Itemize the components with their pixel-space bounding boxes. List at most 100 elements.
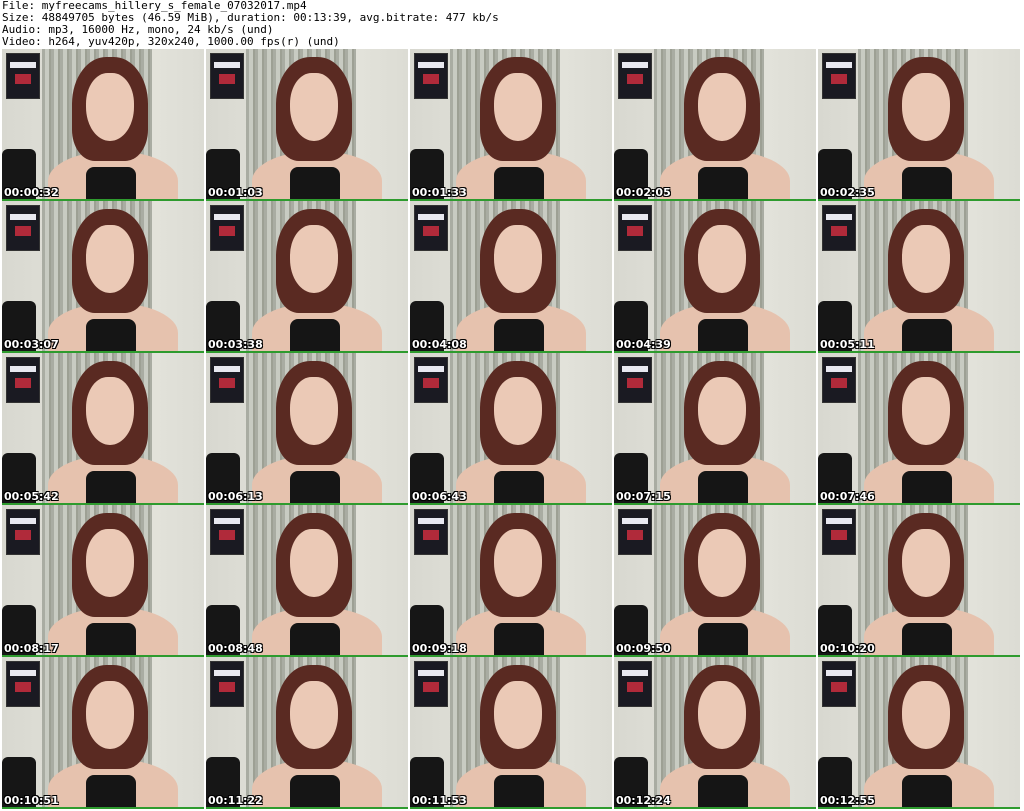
poster-image [414,357,448,403]
thumbnail-timestamp: 00:05:42 [4,490,59,503]
poster-image [414,509,448,555]
poster-image [618,357,652,403]
poster-image [618,53,652,99]
thumbnail-timestamp: 00:08:17 [4,642,59,655]
frame-image [818,201,1020,351]
frame-image [2,201,204,351]
video-thumbnail: 00:03:07 [2,201,204,353]
frame-image [206,505,408,655]
poster-image [414,661,448,707]
frame-image [818,657,1020,807]
thumbnail-timestamp: 00:12:24 [616,794,671,807]
thumbnail-timestamp: 00:04:08 [412,338,467,351]
thumbnail-timestamp: 00:04:39 [616,338,671,351]
video-thumbnail: 00:08:17 [2,505,204,657]
video-thumbnail: 00:04:39 [614,201,816,353]
poster-image [6,509,40,555]
thumbnail-timestamp: 00:02:35 [820,186,875,199]
frame-image [410,201,612,351]
video-thumbnail: 00:08:48 [206,505,408,657]
poster-image [210,53,244,99]
poster-image [6,661,40,707]
frame-image [614,353,816,503]
video-thumbnail: 00:01:03 [206,49,408,201]
poster-image [822,661,856,707]
video-thumbnail: 00:06:13 [206,353,408,505]
frame-image [2,505,204,655]
thumbnail-timestamp: 00:10:20 [820,642,875,655]
poster-image [210,509,244,555]
frame-image [410,49,612,199]
thumbnail-timestamp: 00:00:32 [4,186,59,199]
frame-image [614,657,816,807]
thumbnail-timestamp: 00:03:07 [4,338,59,351]
video-thumbnail: 00:07:15 [614,353,816,505]
video-thumbnail: 00:09:18 [410,505,612,657]
thumbnail-timestamp: 00:05:11 [820,338,875,351]
frame-image [614,201,816,351]
thumbnail-timestamp: 00:10:51 [4,794,59,807]
thumbnail-timestamp: 00:02:05 [616,186,671,199]
video-thumbnail: 00:05:42 [2,353,204,505]
thumbnail-timestamp: 00:07:15 [616,490,671,503]
video-thumbnail: 00:10:20 [818,505,1020,657]
poster-image [210,661,244,707]
poster-image [210,205,244,251]
thumbnail-timestamp: 00:03:38 [208,338,263,351]
thumbnail-timestamp: 00:07:46 [820,490,875,503]
poster-image [414,205,448,251]
video-thumbnail: 00:03:38 [206,201,408,353]
frame-image [206,201,408,351]
frame-image [410,657,612,807]
poster-image [618,509,652,555]
video-thumbnail: 00:01:33 [410,49,612,201]
video-thumbnail: 00:02:35 [818,49,1020,201]
frame-image [818,49,1020,199]
frame-image [818,505,1020,655]
thumbnail-timestamp: 00:01:33 [412,186,467,199]
poster-image [6,205,40,251]
frame-image [206,49,408,199]
poster-image [822,509,856,555]
poster-image [618,661,652,707]
thumbnail-timestamp: 00:09:50 [616,642,671,655]
frame-image [818,353,1020,503]
frame-image [2,657,204,807]
poster-image [618,205,652,251]
frame-image [206,657,408,807]
video-info-line: Video: h264, yuv420p, 320x240, 1000.00 f… [2,35,340,48]
thumbnail-timestamp: 00:06:13 [208,490,263,503]
poster-image [210,357,244,403]
frame-image [206,353,408,503]
thumbnail-timestamp: 00:08:48 [208,642,263,655]
poster-image [6,357,40,403]
video-thumbnail: 00:10:51 [2,657,204,809]
poster-image [822,53,856,99]
video-thumbnail: 00:12:24 [614,657,816,809]
thumbnail-grid: 00:00:32 00:01:03 00:01:33 00:02:05 00:02:35… [0,49,1024,811]
video-thumbnail: 00:11:22 [206,657,408,809]
thumbnail-timestamp: 00:09:18 [412,642,467,655]
frame-image [614,49,816,199]
poster-image [822,357,856,403]
video-thumbnail: 00:05:11 [818,201,1020,353]
frame-image [2,49,204,199]
video-thumbnail: 00:12:55 [818,657,1020,809]
thumbnail-timestamp: 00:11:53 [412,794,467,807]
thumbnail-timestamp: 00:01:03 [208,186,263,199]
video-thumbnail: 00:00:32 [2,49,204,201]
video-thumbnail: 00:11:53 [410,657,612,809]
poster-image [822,205,856,251]
thumbnail-timestamp: 00:12:55 [820,794,875,807]
frame-image [614,505,816,655]
frame-image [2,353,204,503]
video-thumbnail: 00:07:46 [818,353,1020,505]
thumbnail-timestamp: 00:06:43 [412,490,467,503]
video-thumbnail: 00:06:43 [410,353,612,505]
frame-image [410,505,612,655]
video-thumbnail: 00:04:08 [410,201,612,353]
video-thumbnail: 00:02:05 [614,49,816,201]
poster-image [414,53,448,99]
thumbnail-timestamp: 00:11:22 [208,794,263,807]
file-info-header: File: myfreecams_hillery_s_female_070320… [2,0,1022,48]
